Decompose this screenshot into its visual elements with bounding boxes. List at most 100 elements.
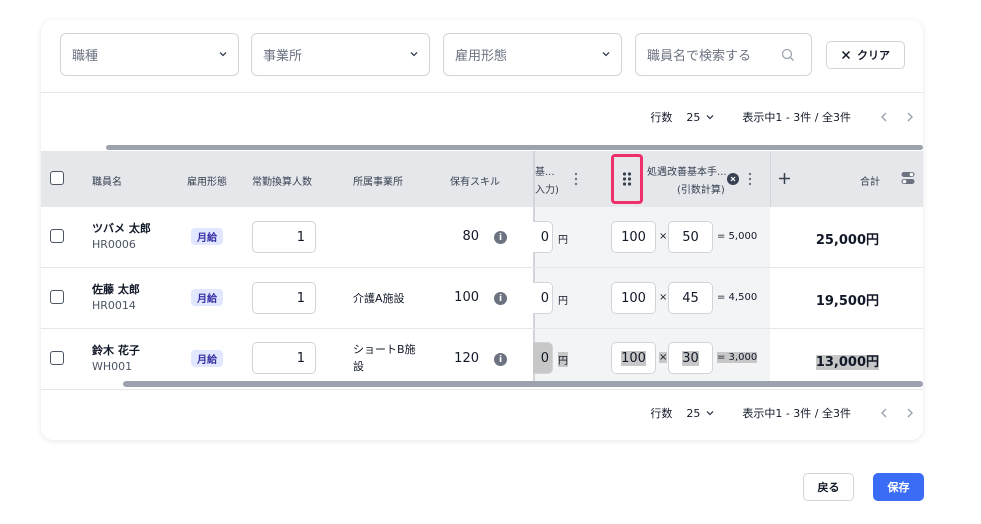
header-improvement-line2[interactable]: (引数計算) [677, 181, 725, 196]
close-icon [841, 50, 851, 60]
row-checkbox[interactable] [50, 290, 64, 304]
amount-input-value: 30 [682, 350, 699, 366]
cut-column-input[interactable]: 0 [533, 221, 553, 253]
prev-page-button[interactable] [871, 111, 897, 123]
drag-grip-icon [622, 172, 632, 186]
search-icon [781, 48, 794, 61]
prev-page-button[interactable] [871, 407, 897, 419]
skill-value: 120 [454, 351, 479, 366]
column-menu-icon[interactable] [747, 172, 753, 186]
chevron-down-icon [219, 52, 227, 57]
office-select-label: 事業所 [263, 49, 303, 64]
row-divider [41, 267, 923, 268]
rows-per-page-select[interactable]: 25 [686, 111, 700, 124]
page-range-text: 表示中1 - 3件 / 全3件 [742, 111, 851, 124]
multiply-sign: × [659, 231, 668, 242]
staff-code: HR0006 [92, 238, 136, 251]
info-icon[interactable]: i [494, 353, 507, 366]
header-employment[interactable]: 雇用形態 [187, 173, 227, 188]
pagination-bottom: 行数 25 表示中1 - 3件 / 全3件 [650, 403, 923, 423]
row-total: 13,000円 [799, 351, 879, 370]
header-name[interactable]: 職員名 [92, 173, 122, 188]
next-page-button[interactable] [897, 111, 923, 123]
chevron-left-icon [881, 112, 887, 122]
employment-badge: 月給 [191, 289, 223, 306]
skill-value: 80 [462, 229, 479, 244]
row-checkbox[interactable] [50, 351, 64, 365]
column-drag-handle[interactable] [611, 154, 643, 204]
amount-input[interactable]: 30 [668, 342, 713, 374]
office-name: 介護A施設 [353, 292, 405, 305]
clear-button-label: クリア [857, 49, 890, 62]
back-button[interactable]: 戻る [803, 473, 854, 501]
staff-code: WH001 [92, 360, 133, 373]
office-name: ショートB施設 [353, 343, 416, 373]
employment-type-select[interactable]: 雇用形態 [443, 33, 622, 76]
multiply-sign: × [659, 292, 668, 303]
chevron-right-icon [907, 112, 913, 122]
header-cut-column-line1[interactable]: 基... [535, 163, 555, 178]
save-button[interactable]: 保存 [873, 473, 924, 501]
staff-name[interactable]: ツバメ 太郎 [92, 220, 151, 236]
row-total-value: 13,000円 [815, 355, 879, 370]
chevron-down-icon[interactable] [704, 111, 716, 123]
chevron-down-icon [602, 52, 610, 57]
header-fte[interactable]: 常勤換算人数 [252, 173, 312, 188]
factor-input[interactable]: 100 [611, 342, 656, 374]
staff-search-input[interactable]: 職員名で検索する [635, 33, 812, 76]
calc-result: = 3,000 [717, 352, 758, 363]
staff-name[interactable]: 鈴木 花子 [92, 342, 140, 358]
search-placeholder: 職員名で検索する [647, 49, 752, 64]
amount-input[interactable]: 45 [668, 282, 713, 314]
factor-input[interactable]: 100 [611, 221, 656, 253]
row-total: 19,500円 [815, 294, 879, 309]
horizontal-scrollbar-top[interactable] [106, 145, 923, 150]
clear-button[interactable]: クリア [826, 41, 905, 69]
yen-unit: 円 [558, 352, 568, 367]
table-bottom-border [41, 389, 923, 390]
header-divider [770, 151, 771, 207]
horizontal-scrollbar-bottom[interactable] [123, 381, 923, 387]
rows-per-page-select[interactable]: 25 [686, 407, 700, 420]
row-divider [41, 328, 923, 329]
info-icon[interactable]: i [494, 292, 507, 305]
yen-unit: 円 [558, 235, 568, 246]
chevron-down-icon[interactable] [704, 407, 716, 419]
job-type-select[interactable]: 職種 [60, 33, 239, 76]
cut-column-input[interactable]: 0 [533, 282, 553, 314]
header-office[interactable]: 所属事業所 [353, 173, 403, 188]
add-column-icon[interactable] [778, 172, 791, 185]
remove-column-icon[interactable] [727, 173, 739, 185]
fte-input[interactable]: 1 [252, 282, 316, 314]
multiply-sign: × [659, 352, 668, 363]
fte-input[interactable]: 1 [252, 221, 316, 253]
rows-per-page-label: 行数 [650, 111, 673, 124]
calc-result: = 4,500 [717, 292, 758, 303]
next-page-button[interactable] [897, 407, 923, 419]
column-menu-icon[interactable] [573, 172, 579, 186]
row-total: 25,000円 [815, 233, 879, 248]
select-all-checkbox[interactable] [50, 171, 64, 185]
pagination-top: 行数 25 表示中1 - 3件 / 全3件 [650, 107, 923, 127]
yen-unit: 円 [558, 296, 568, 307]
job-type-select-label: 職種 [72, 49, 99, 64]
chevron-left-icon [881, 408, 887, 418]
cut-column-input[interactable]: 0 [533, 342, 553, 374]
staff-name[interactable]: 佐藤 太郎 [92, 281, 140, 297]
fte-input[interactable]: 1 [252, 342, 316, 374]
employment-badge: 月給 [191, 228, 223, 245]
skill-value: 100 [454, 290, 479, 305]
office-select[interactable]: 事業所 [251, 33, 430, 76]
header-improvement-line1[interactable]: 処遇改善基本手... [647, 163, 727, 178]
header-skill[interactable]: 保有スキル [450, 173, 500, 188]
header-total[interactable]: 合計 [860, 173, 880, 188]
chevron-right-icon [907, 408, 913, 418]
factor-input[interactable]: 100 [611, 282, 656, 314]
employment-type-select-label: 雇用形態 [455, 49, 508, 64]
calc-result: = 5,000 [717, 231, 758, 242]
info-icon[interactable]: i [494, 231, 507, 244]
row-checkbox[interactable] [50, 229, 64, 243]
column-settings-toggle-icon[interactable] [901, 171, 915, 185]
header-cut-column-line2[interactable]: 入力) [535, 181, 559, 196]
amount-input[interactable]: 50 [668, 221, 713, 253]
